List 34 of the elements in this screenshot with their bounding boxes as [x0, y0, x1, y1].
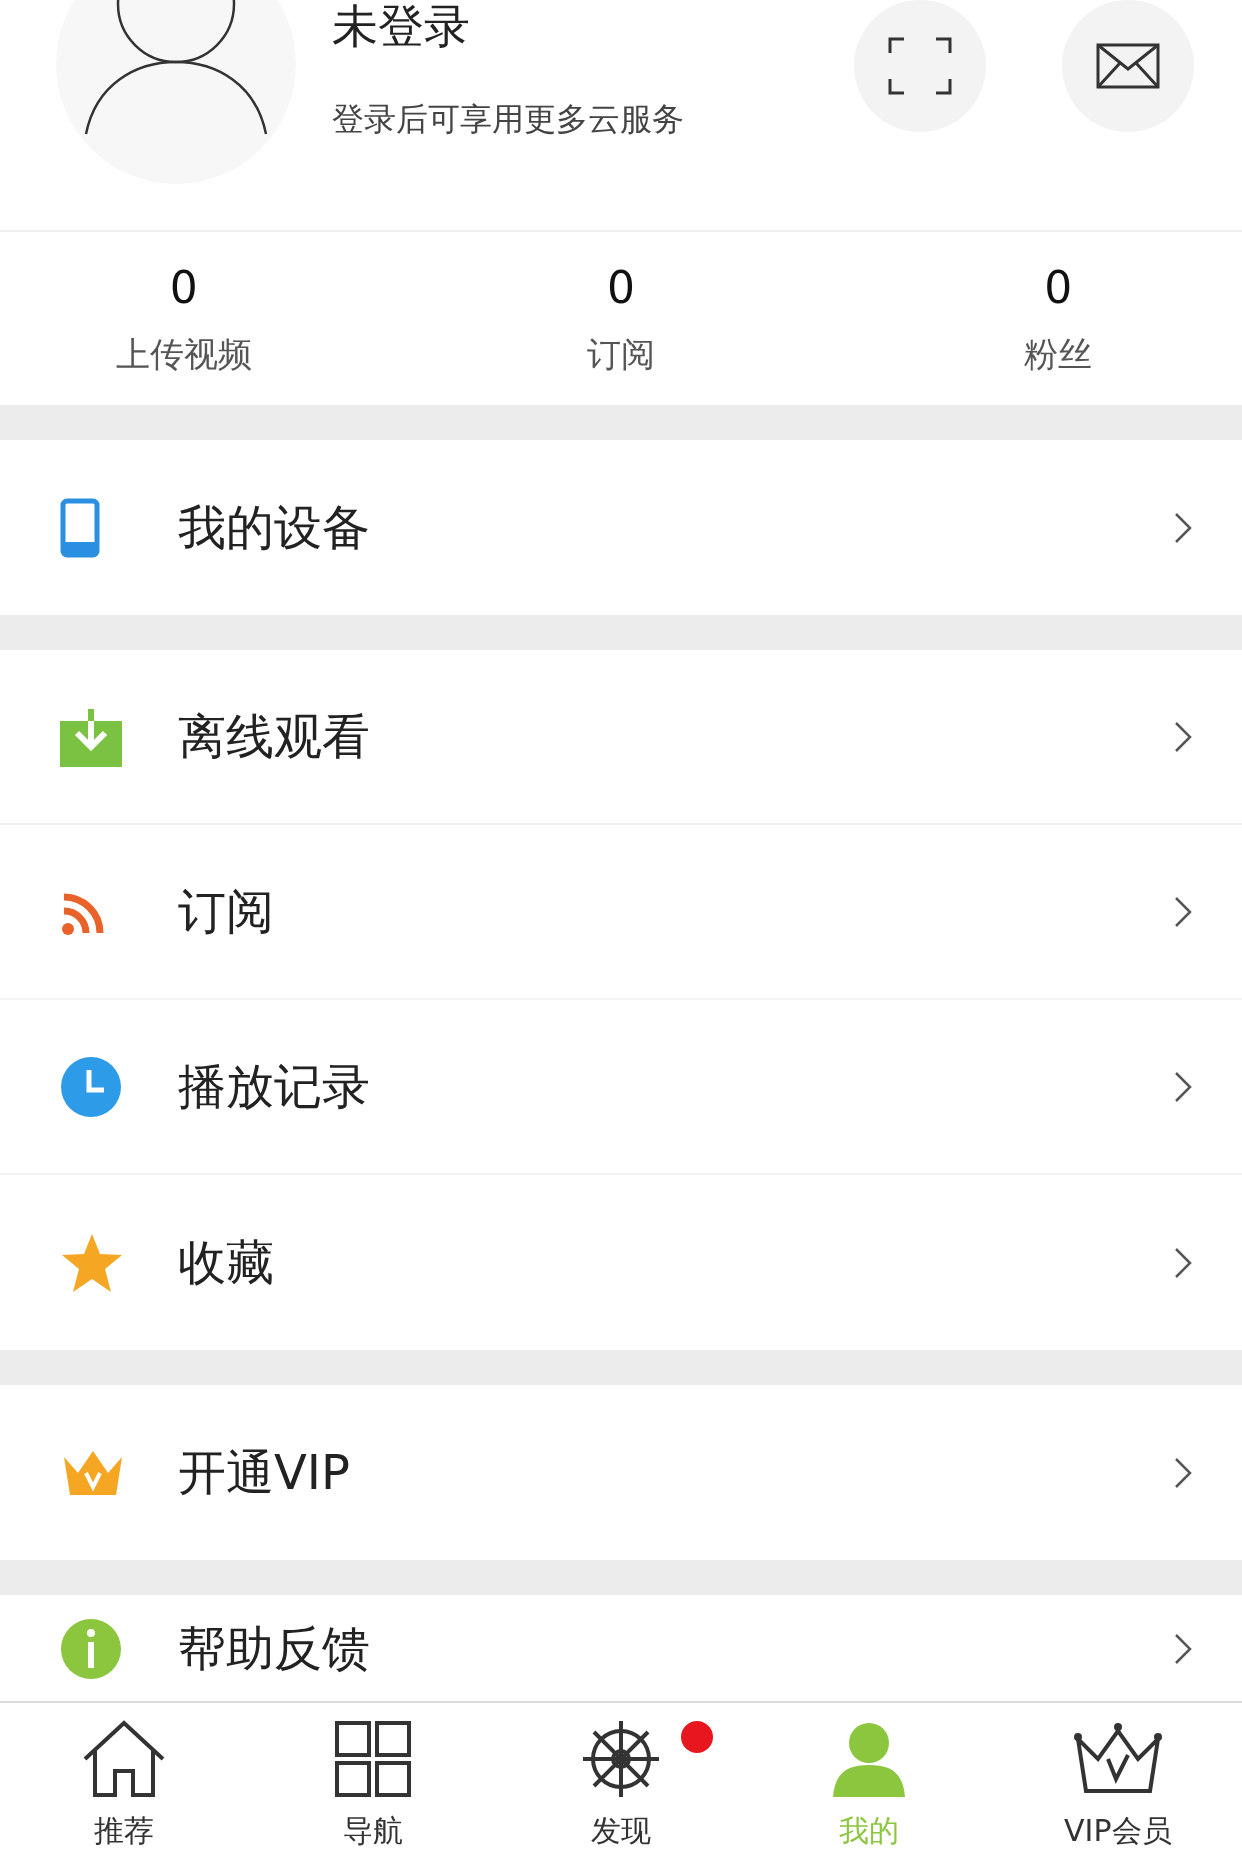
menu-item[interactable]: 收藏	[0, 1175, 1242, 1350]
chevron-icon	[1174, 1633, 1192, 1665]
menu-item[interactable]: 播放记录	[0, 1000, 1242, 1175]
grid-icon	[334, 1721, 411, 1797]
menu-item[interactable]: 离线观看	[0, 650, 1242, 825]
menu-item[interactable]: 开通VIP	[0, 1385, 1242, 1560]
tab[interactable]: 推荐	[0, 1703, 249, 1866]
chevron-icon	[1174, 720, 1192, 753]
stat-label[interactable]: 粉丝	[1024, 332, 1093, 378]
chevron-icon	[1174, 1456, 1192, 1489]
mail-icon	[1096, 43, 1160, 89]
chevron-icon	[1174, 1246, 1192, 1279]
stat-label[interactable]: 上传视频	[115, 332, 252, 378]
chevron-icon	[1174, 511, 1192, 544]
device-icon	[60, 497, 100, 558]
stat-value: 0	[1044, 261, 1073, 315]
help-icon	[60, 1618, 122, 1680]
chevron-icon	[1174, 895, 1192, 928]
tab[interactable]: VIP会员	[993, 1703, 1242, 1866]
wheel-icon	[581, 1719, 661, 1799]
menu-item[interactable]: 订阅	[0, 825, 1242, 1000]
stat-label[interactable]: 订阅	[587, 332, 655, 378]
tab[interactable]: 导航	[248, 1703, 497, 1866]
download-icon	[60, 706, 122, 767]
menu-item[interactable]: 帮助反馈	[0, 1595, 1242, 1701]
clock-icon	[60, 1055, 122, 1118]
scan-icon	[888, 37, 952, 95]
chevron-icon	[1174, 1070, 1192, 1103]
tab[interactable]: 发现	[496, 1703, 746, 1866]
stat-value: 0	[607, 261, 635, 315]
login-hint: 登录后可享用更多云服务	[332, 99, 685, 140]
stat-value: 0	[169, 261, 198, 315]
user-name: 未登录	[332, 0, 471, 52]
menu-item[interactable]: 我的设备	[0, 440, 1242, 615]
